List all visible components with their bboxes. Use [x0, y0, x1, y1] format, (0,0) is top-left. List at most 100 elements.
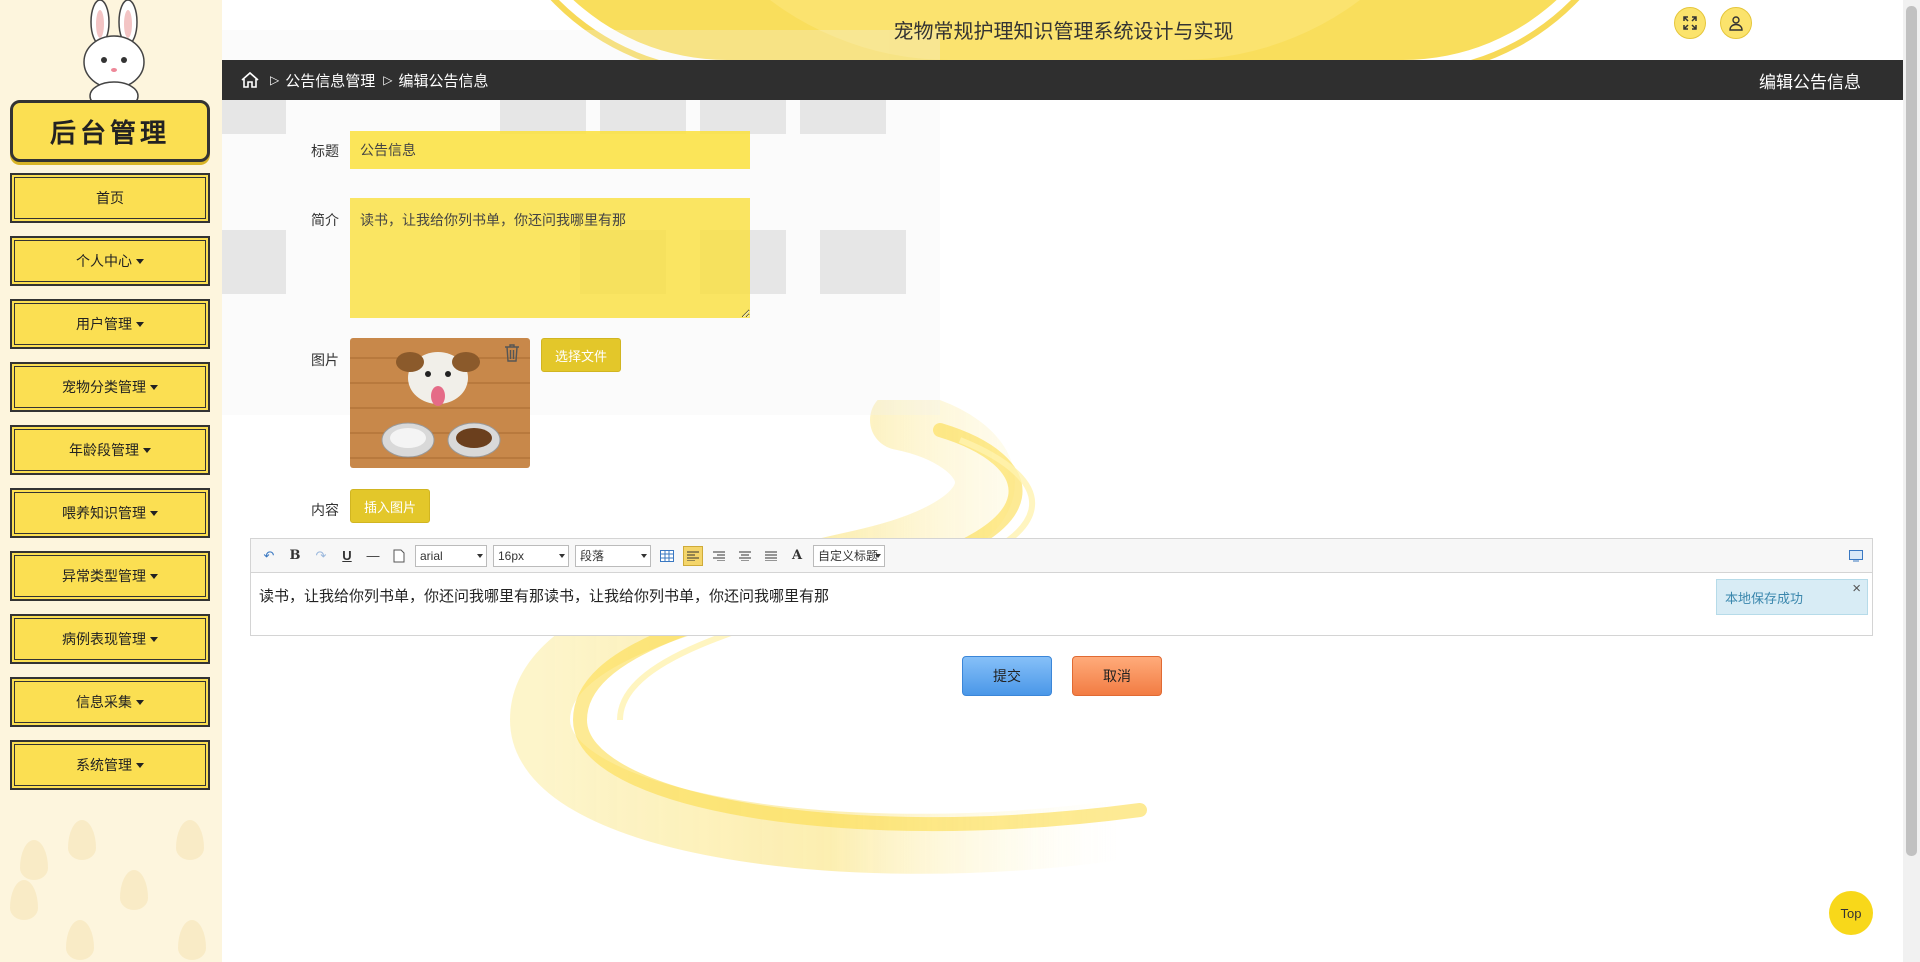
admin-logo: 后台管理 [10, 100, 210, 162]
leaf-decoration [68, 820, 96, 860]
leaf-decoration [20, 840, 48, 880]
cancel-button[interactable]: 取消 [1072, 656, 1162, 696]
preview-icon[interactable] [1846, 546, 1866, 566]
leaf-decoration [10, 880, 38, 920]
toast-message: 本地保存成功 [1725, 590, 1804, 606]
align-left-icon[interactable] [683, 545, 703, 566]
custom-heading-value: 自定义标题 [818, 549, 879, 563]
sidebar-item-label: 信息采集 [76, 694, 132, 710]
caret-down-icon [136, 258, 144, 264]
breadcrumb: ▷ 公告信息管理 ▷ 编辑公告信息 编辑公告信息 [222, 60, 1905, 100]
breadcrumb-separator-icon: ▷ [383, 73, 393, 87]
caret-down-icon [136, 321, 144, 327]
sidebar-item-label: 喂养知识管理 [62, 505, 146, 521]
breadcrumb-item-label: 编辑公告信息 [398, 72, 489, 90]
chevron-down-icon [641, 553, 647, 558]
sidebar-item-age-group[interactable]: 年龄段管理 [10, 425, 210, 475]
sidebar: 后台管理 首页 个人中心 用户管理 宠物分类管理 年龄段管理 喂养知识管理 异常… [0, 0, 222, 962]
sidebar-item-label: 病例表现管理 [62, 631, 146, 647]
caret-down-icon [150, 384, 158, 390]
page-scrollbar[interactable] [1903, 0, 1920, 962]
undo-icon[interactable]: ↶ [259, 546, 279, 566]
rabbit-mascot-logo [83, 0, 145, 110]
caret-down-icon [143, 447, 151, 453]
breadcrumb-item-current: ▷ 编辑公告信息 [383, 70, 488, 91]
submit-button[interactable]: 提交 [962, 656, 1052, 696]
top-header: 宠物常规护理知识管理系统设计与实现 [222, 0, 1905, 60]
table-icon[interactable] [657, 546, 677, 566]
local-save-toast: 本地保存成功 × [1716, 579, 1868, 615]
font-size-select[interactable]: 16px [493, 544, 569, 567]
caret-down-icon [150, 573, 158, 579]
rich-text-editor: ↶ B ↷ U — arial 16px 段落 A 自定义标题 读书，让我给你列… [250, 538, 1873, 636]
scrollbar-thumb[interactable] [1906, 6, 1917, 856]
editor-toolbar: ↶ B ↷ U — arial 16px 段落 A 自定义标题 [251, 539, 1872, 573]
redo-icon[interactable]: ↷ [311, 546, 331, 566]
caret-down-icon [150, 510, 158, 516]
font-size-value: 16px [498, 548, 525, 563]
background-swirl-decoration [509, 400, 1150, 874]
editor-content[interactable]: 读书，让我给你列书单，你还问我哪里有那读书，让我给你列书单，你还问我哪里有那 [251, 573, 1872, 618]
align-right-icon[interactable] [709, 546, 729, 566]
close-icon[interactable]: × [1852, 580, 1861, 597]
paragraph-select[interactable]: 段落 [575, 544, 651, 567]
sidebar-item-label: 首页 [96, 190, 124, 206]
custom-heading-select[interactable]: 自定义标题 [813, 544, 885, 567]
user-button[interactable] [1720, 7, 1752, 39]
sidebar-item-pet-category[interactable]: 宠物分类管理 [10, 362, 210, 412]
align-center-icon[interactable] [735, 546, 755, 566]
chevron-down-icon [477, 553, 483, 558]
back-to-top-button[interactable]: Top [1829, 891, 1873, 935]
sidebar-item-label: 用户管理 [76, 316, 132, 332]
document-icon[interactable] [389, 546, 409, 566]
user-icon [1729, 16, 1743, 31]
horizontal-rule-icon[interactable]: — [363, 546, 383, 566]
trash-icon [505, 344, 519, 362]
page-label: 编辑公告信息 [1759, 72, 1861, 92]
choose-file-button[interactable]: 选择文件 [541, 338, 621, 372]
sidebar-item-label: 系统管理 [76, 757, 132, 773]
fullscreen-button[interactable] [1674, 7, 1706, 39]
font-family-value: arial [420, 548, 443, 563]
fullscreen-icon [1683, 16, 1697, 30]
sidebar-item-personal-center[interactable]: 个人中心 [10, 236, 210, 286]
delete-image-button[interactable] [502, 342, 522, 364]
home-icon[interactable] [240, 70, 260, 90]
content-label: 内容 [311, 502, 339, 518]
leaf-decoration [66, 920, 94, 960]
intro-label: 简介 [311, 212, 339, 228]
sidebar-item-label: 年龄段管理 [69, 442, 139, 458]
leaf-decoration [178, 920, 206, 960]
caret-down-icon [150, 636, 158, 642]
align-justify-icon[interactable] [761, 546, 781, 566]
sidebar-item-feeding-knowledge[interactable]: 喂养知识管理 [10, 488, 210, 538]
sidebar-item-system-management[interactable]: 系统管理 [10, 740, 210, 790]
sidebar-item-label: 宠物分类管理 [62, 379, 146, 395]
breadcrumb-separator-icon: ▷ [270, 73, 280, 87]
font-color-icon[interactable]: A [787, 546, 807, 566]
leaf-decoration [120, 870, 148, 910]
sidebar-item-info-collection[interactable]: 信息采集 [10, 677, 210, 727]
caret-down-icon [136, 762, 144, 768]
image-label: 图片 [311, 352, 339, 368]
app-title: 宠物常规护理知识管理系统设计与实现 [893, 21, 1234, 43]
sidebar-item-user-management[interactable]: 用户管理 [10, 299, 210, 349]
bold-icon[interactable]: B [285, 546, 305, 566]
font-family-select[interactable]: arial [415, 544, 487, 567]
chevron-down-icon [559, 553, 565, 558]
insert-image-button[interactable]: 插入图片 [350, 489, 430, 523]
underline-icon[interactable]: U [337, 546, 357, 566]
title-label: 标题 [311, 143, 339, 159]
intro-textarea[interactable]: 读书，让我给你列书单，你还问我哪里有那 [350, 198, 750, 318]
breadcrumb-item[interactable]: ▷ 公告信息管理 [270, 70, 375, 91]
title-input[interactable] [350, 131, 750, 169]
sidebar-item-case-symptoms[interactable]: 病例表现管理 [10, 614, 210, 664]
leaf-decoration [176, 820, 204, 860]
chevron-down-icon [875, 553, 881, 558]
ghost-thumbnail [820, 230, 906, 294]
caret-down-icon [136, 699, 144, 705]
sidebar-item-label: 个人中心 [76, 253, 132, 269]
paragraph-value: 段落 [580, 549, 605, 563]
sidebar-item-anomaly-type[interactable]: 异常类型管理 [10, 551, 210, 601]
sidebar-item-home[interactable]: 首页 [10, 173, 210, 223]
